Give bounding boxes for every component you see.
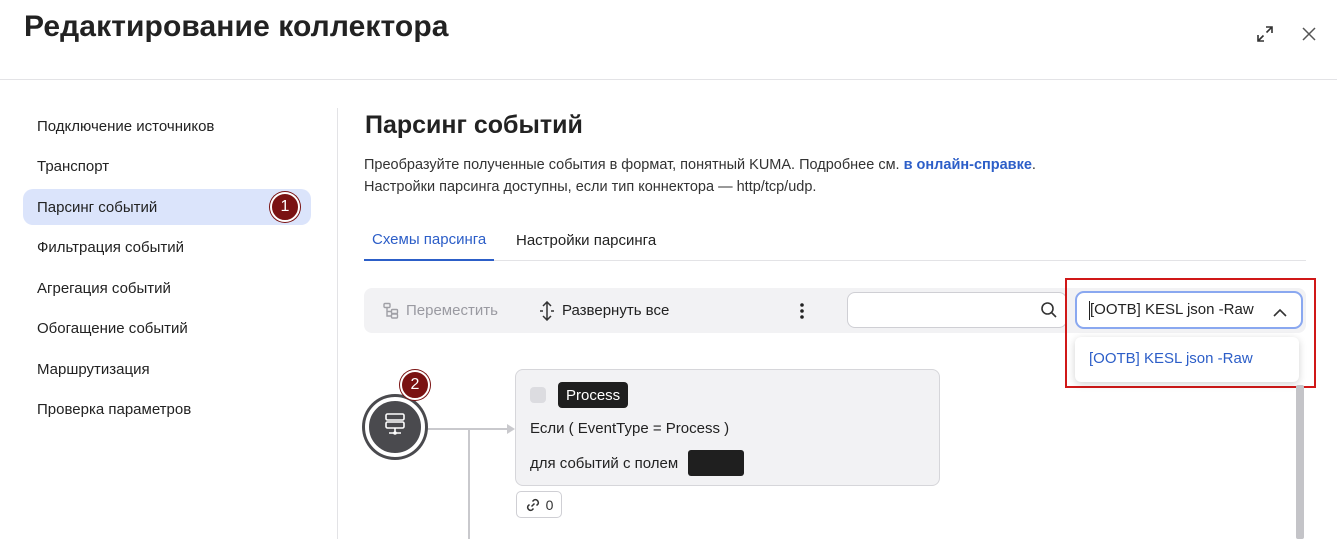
tree-connector-horizontal (420, 428, 510, 430)
desc-text-2: Настройки парсинга доступны, если тип ко… (364, 179, 817, 195)
close-icon[interactable] (1297, 22, 1321, 46)
desc-text: Преобразуйте полученные события в формат… (364, 157, 900, 173)
tree-connector-vertical (468, 429, 470, 539)
parsing-node-card[interactable]: Process Если ( EventType = Process ) для… (515, 369, 940, 486)
desc-period: . (1031, 157, 1036, 173)
sidebar-item-label: Проверка параметров (37, 401, 192, 418)
link-icon (526, 498, 539, 511)
tab-bar: Схемы парсинга Настройки парсинга (364, 220, 1306, 261)
scheme-select[interactable]: [OOTB] KESL json -Raw (1075, 291, 1303, 329)
select-value: [OOTB] KESL json -Raw (1090, 301, 1254, 318)
sidebar-item-transport[interactable]: Транспорт (23, 149, 311, 185)
expand-icon[interactable] (1253, 22, 1277, 46)
sidebar-item-label: Маршрутизация (37, 360, 150, 378)
root-node[interactable] (365, 397, 425, 457)
sidebar-item-filtering[interactable]: Фильтрация событий (23, 230, 311, 266)
sidebar-item-sources[interactable]: Подключение источников (23, 108, 311, 144)
move-label: Переместить (406, 302, 498, 319)
sidebar-item-parsing[interactable]: Парсинг событий 1 (23, 189, 311, 225)
sidebar-nav: Подключение источников Транспорт Парсинг… (23, 108, 311, 432)
sidebar-item-validation[interactable]: Проверка параметров (23, 392, 311, 428)
sidebar-item-label: Парсинг событий (37, 198, 158, 216)
page-title: Редактирование коллектора (24, 10, 449, 43)
sidebar-item-label: Подключение источников (37, 117, 215, 135)
tree-move-icon (382, 302, 400, 320)
link-count-badge[interactable]: 0 (516, 491, 562, 518)
node-field-row: для событий с полем (530, 450, 745, 476)
search-icon[interactable] (1040, 301, 1058, 324)
move-button[interactable]: Переместить (382, 288, 498, 333)
node-field-label: для событий с полем (530, 454, 679, 472)
connector-arrow (507, 424, 515, 434)
node-checkbox[interactable] (530, 387, 546, 403)
sidebar-item-label: Обогащение событий (37, 320, 188, 337)
node-name-tag: Process (558, 382, 629, 408)
sidebar-item-label: Транспорт (37, 158, 110, 175)
more-options-icon[interactable] (794, 288, 810, 333)
sidebar-item-label: Фильтрация событий (37, 239, 185, 256)
search-field[interactable] (847, 292, 1067, 328)
search-input[interactable] (856, 299, 1036, 321)
dropdown-option[interactable]: [OOTB] KESL json -Raw (1089, 350, 1253, 367)
link-count: 0 (545, 496, 554, 513)
select-dropdown: [OOTB] KESL json -Raw (1075, 337, 1299, 382)
node-condition: Если ( EventType = Process ) (530, 420, 730, 437)
expand-all-label: Развернуть все (562, 302, 670, 319)
sidebar-item-enrichment[interactable]: Обогащение событий (23, 311, 311, 347)
sidebar-item-aggregation[interactable]: Агрегация событий (23, 270, 311, 306)
online-help-link[interactable]: в онлайн-справке (904, 157, 1032, 173)
redacted-field-value (688, 450, 745, 476)
vertical-divider (337, 108, 338, 539)
dialog-header: Редактирование коллектора (0, 0, 1337, 80)
scrollbar[interactable] (1296, 385, 1304, 539)
step-marker-1: 1 (270, 192, 300, 222)
server-icon (384, 412, 406, 442)
tab-parsing-settings[interactable]: Настройки парсинга (508, 220, 664, 261)
expand-vertical-icon (538, 300, 556, 321)
expand-all-button[interactable]: Развернуть все (538, 288, 669, 333)
section-title: Парсинг событий (365, 111, 583, 139)
chevron-up-icon[interactable] (1273, 304, 1287, 322)
section-description: Преобразуйте полученные события в формат… (364, 154, 1036, 198)
tab-parsing-schemes[interactable]: Схемы парсинга (364, 220, 495, 261)
step-marker-2: 2 (400, 370, 430, 400)
sidebar-item-label: Агрегация событий (37, 279, 171, 297)
sidebar-item-routing[interactable]: Маршрутизация (23, 351, 311, 387)
